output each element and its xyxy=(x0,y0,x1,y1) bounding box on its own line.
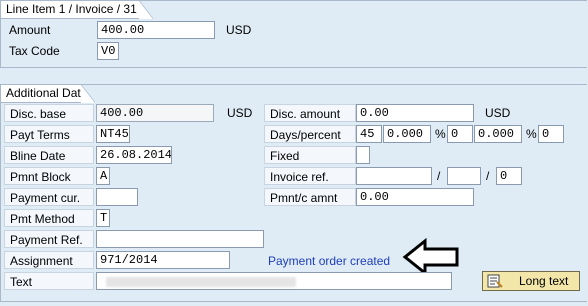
document-text-icon xyxy=(487,274,503,288)
disc-base-currency: USD xyxy=(227,106,253,120)
payment-ref-label: Payment Ref. xyxy=(4,230,94,248)
payment-ref-field[interactable] xyxy=(96,230,264,248)
disc-base-field: 400.00 xyxy=(96,104,214,122)
invoice-line-item-screen: Line Item 1 / Invoice / 31 Amount 400.00… xyxy=(0,0,588,306)
invoice-ref-label: Invoice ref. xyxy=(264,167,356,185)
pmt-method-field[interactable]: T xyxy=(96,209,110,227)
fixed-checkbox[interactable] xyxy=(356,146,370,164)
amount-field[interactable]: 400.00 xyxy=(97,21,215,39)
fixed-label: Fixed xyxy=(264,146,356,164)
left-arrow-icon xyxy=(402,238,459,276)
invoice-ref-year-field[interactable] xyxy=(447,167,481,185)
days3-field[interactable]: 0 xyxy=(538,125,564,143)
days-percent-label: Days/percent xyxy=(264,125,356,143)
pmntc-amnt-label: Pmnt/c amnt xyxy=(264,188,356,206)
payment-cur-field[interactable] xyxy=(96,188,138,206)
amount-label: Amount xyxy=(9,23,51,37)
pct1-sign: % xyxy=(435,127,446,141)
pmntc-amnt-field[interactable]: 0.00 xyxy=(356,188,474,206)
pct2-sign: % xyxy=(526,127,537,141)
days2-field[interactable]: 0 xyxy=(447,125,473,143)
redacted-text xyxy=(106,277,296,287)
additional-data-group-title: Additional Data xyxy=(1,85,95,103)
assignment-label: Assignment xyxy=(4,251,94,269)
pmt-method-label: Pmt Method xyxy=(4,209,94,227)
payt-terms-field[interactable]: NT45 xyxy=(96,125,130,143)
pct2-field[interactable]: 0.000 xyxy=(474,125,522,143)
pct1-field[interactable]: 0.000 xyxy=(383,125,431,143)
long-text-button[interactable]: Long text xyxy=(482,271,580,291)
pmnt-block-field[interactable]: A xyxy=(96,167,110,185)
invoice-ref-item-field[interactable]: 0 xyxy=(496,167,522,185)
invoice-ref-slash-1: / xyxy=(437,169,441,183)
disc-base-label: Disc. base xyxy=(4,104,94,122)
line-item-group-title: Line Item 1 / Invoice / 31 xyxy=(1,1,153,19)
long-text-button-label: Long text xyxy=(519,274,569,288)
pmnt-block-label: Pmnt Block xyxy=(4,167,94,185)
disc-amount-label: Disc. amount xyxy=(264,104,356,122)
tax-code-field[interactable]: V0 xyxy=(97,42,119,60)
status-message: Payment order created xyxy=(268,254,391,268)
text-label: Text xyxy=(4,272,94,290)
disc-amount-field[interactable]: 0.00 xyxy=(356,104,474,122)
payment-cur-label: Payment cur. xyxy=(4,188,94,206)
disc-amount-currency: USD xyxy=(485,106,511,120)
line-item-group: Line Item 1 / Invoice / 31 Amount 400.00… xyxy=(0,0,587,68)
days1-field[interactable]: 45 xyxy=(356,125,382,143)
assignment-field[interactable]: 971/2014 xyxy=(96,251,230,269)
amount-currency: USD xyxy=(226,23,252,37)
invoice-ref-doc-field[interactable] xyxy=(356,167,432,185)
invoice-ref-slash-2: / xyxy=(486,169,490,183)
payt-terms-label: Payt Terms xyxy=(4,125,94,143)
bline-date-field[interactable]: 26.08.2014 xyxy=(96,146,172,164)
tax-code-label: Tax Code xyxy=(9,44,60,58)
bline-date-label: Bline Date xyxy=(4,146,94,164)
